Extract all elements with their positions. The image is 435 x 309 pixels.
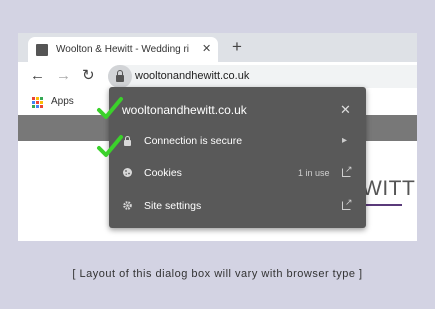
cookies-count: 1 in use [298,168,330,178]
apps-shortcut[interactable]: Apps [51,96,74,108]
checkmark-icon [97,135,123,157]
gear-icon [122,200,133,212]
apps-dot [32,105,35,108]
apps-dot [40,105,43,108]
address-bar[interactable]: wooltonandhewitt.co.uk [108,65,417,88]
site-logo-text: WITT [362,177,416,200]
tab-title: Woolton & Hewitt - Wedding ri [56,44,190,55]
checkmark-icon [97,97,123,119]
apps-dot [36,97,39,100]
caption: [ Layout of this dialog box will vary wi… [72,268,363,280]
row-label: Cookies [144,167,182,179]
popup-close-button[interactable]: ✕ [340,102,351,117]
site-favicon-icon [36,44,48,56]
row-label: Connection is secure [144,135,243,147]
site-info-popup: wooltonandhewitt.co.uk ✕ Connection is s… [109,87,366,228]
new-tab-button[interactable]: + [232,37,242,57]
tab-strip: Woolton & Hewitt - Wedding ri ✕ + [18,33,417,62]
cookies-row[interactable]: Cookies 1 in use ↗ [109,162,366,186]
forward-button[interactable]: → [56,67,71,85]
apps-dot [36,105,39,108]
site-info-lock-icon[interactable] [108,65,132,88]
apps-dot [32,97,35,100]
active-tab[interactable]: Woolton & Hewitt - Wedding ri ✕ [28,37,218,62]
apps-dot [40,97,43,100]
reload-button[interactable]: ↻ [82,67,95,85]
apps-dot [32,101,35,104]
logo-underline [362,204,402,206]
apps-dot [40,101,43,104]
external-link-arrow: ↗ [345,197,353,207]
apps-dot [36,101,39,104]
popup-title: wooltonandhewitt.co.uk [122,103,247,117]
connection-secure-row[interactable]: Connection is secure ▸ [109,130,366,154]
cookie-icon [122,167,133,179]
apps-grid-icon[interactable] [32,97,43,108]
external-link-arrow: ↗ [345,164,353,174]
url-text[interactable]: wooltonandhewitt.co.uk [135,70,249,83]
tab-close-button[interactable]: ✕ [202,42,211,56]
chevron-right-icon: ▸ [342,135,348,146]
row-label: Site settings [144,200,202,212]
back-button[interactable]: ← [30,67,45,85]
site-settings-row[interactable]: Site settings ↗ [109,195,366,219]
